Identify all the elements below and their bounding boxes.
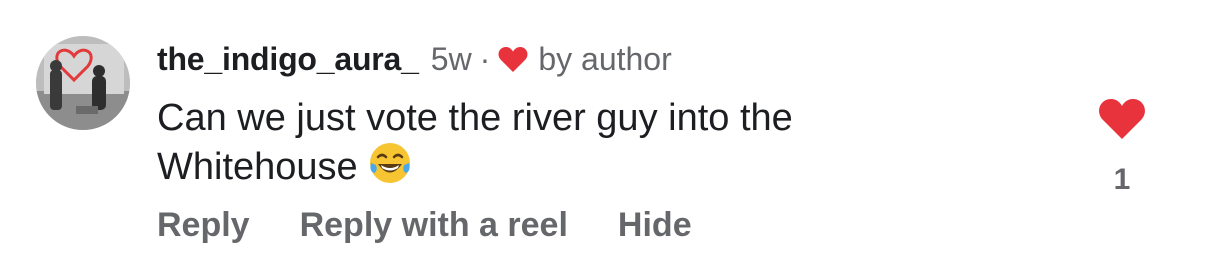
- comment-header: the_indigo_aura_ 5w · by author: [157, 37, 672, 81]
- avatar[interactable]: [36, 36, 130, 130]
- heart-icon: [498, 46, 528, 73]
- comment-actions: Reply Reply with a reel Hide: [157, 206, 692, 245]
- comment-body: Can we just vote the river guy into the …: [157, 97, 793, 188]
- like-count: 1: [1113, 163, 1131, 196]
- reply-with-reel-button[interactable]: Reply with a reel: [300, 206, 568, 245]
- heart-icon: [1099, 99, 1145, 139]
- laughing-emoji-icon: [368, 141, 412, 185]
- author-badge: by author: [538, 40, 672, 77]
- comment-text: Can we just vote the river guy into the …: [157, 95, 997, 190]
- like-button[interactable]: [1098, 97, 1146, 141]
- hide-button[interactable]: Hide: [618, 206, 692, 245]
- reply-button[interactable]: Reply: [157, 206, 250, 245]
- username[interactable]: the_indigo_aura_: [157, 41, 419, 78]
- timestamp: 5w: [430, 40, 472, 77]
- separator-dot: ·: [479, 40, 491, 77]
